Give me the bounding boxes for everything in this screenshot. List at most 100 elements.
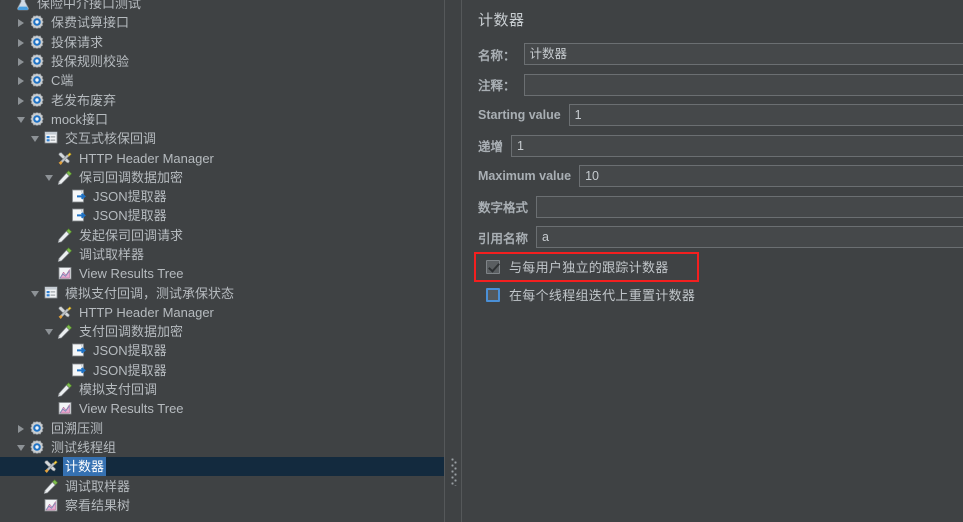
test-plan-tree-panel[interactable]: 保险中介接口测试 保费试算接口投保请求投保规则校验 C端老发布废弃 mock接口交互式… bbox=[0, 0, 444, 522]
post-processor-icon bbox=[70, 342, 88, 359]
chevron-right-icon[interactable] bbox=[15, 74, 28, 87]
tree-node-label: View Results Tree bbox=[79, 401, 184, 417]
tree-node[interactable]: 保费试算接口 bbox=[0, 13, 444, 32]
tree-node-label: 老发布废弃 bbox=[51, 92, 117, 108]
tree-node[interactable]: 模拟支付回调，测试承保状态 bbox=[0, 283, 444, 302]
tree-node[interactable]: 察看结果树 bbox=[0, 496, 444, 515]
post-processor-icon bbox=[70, 207, 88, 224]
tree-node-label: JSON提取器 bbox=[93, 189, 167, 205]
chevron-down-icon[interactable] bbox=[15, 441, 28, 454]
tree-node[interactable]: 测试线程组 bbox=[0, 438, 444, 457]
chevron-down-icon[interactable] bbox=[29, 132, 42, 145]
controller-gear-icon bbox=[28, 420, 46, 437]
results-tree-icon bbox=[42, 497, 60, 514]
chevron-right-icon[interactable] bbox=[15, 16, 28, 29]
tree-node[interactable]: JSON提取器 bbox=[0, 341, 444, 360]
chevron-right-icon[interactable] bbox=[15, 94, 28, 107]
form-row: 名称： 计数器 bbox=[472, 39, 963, 70]
chevron-down-icon[interactable] bbox=[43, 325, 56, 338]
form-row: 递增 1 bbox=[472, 131, 963, 162]
tree-node[interactable]: View Results Tree bbox=[0, 399, 444, 418]
tree-node[interactable]: HTTP Header Manager bbox=[0, 303, 444, 322]
reference-name-field[interactable]: a bbox=[536, 226, 963, 249]
track-counter-per-user-checkbox[interactable] bbox=[486, 259, 500, 274]
controller-gear-icon bbox=[28, 34, 46, 51]
tree-node[interactable]: 保司回调数据加密 bbox=[0, 168, 444, 187]
tree-node-label: 模拟支付回调，测试承保状态 bbox=[65, 285, 235, 301]
comment-field[interactable] bbox=[523, 73, 963, 96]
tree-node[interactable]: mock接口 bbox=[0, 110, 444, 129]
jmeter-window: 保险中介接口测试 保费试算接口投保请求投保规则校验 C端老发布废弃 mock接口交互式… bbox=[0, 0, 963, 522]
tree-node[interactable]: 老发布废弃 bbox=[0, 90, 444, 109]
tree-node[interactable]: 保险中介接口测试 bbox=[0, 0, 444, 13]
tree-node-label: 调试取样器 bbox=[79, 247, 145, 262]
tree-node[interactable]: JSON提取器 bbox=[0, 206, 444, 225]
tree-node[interactable]: 计数器 bbox=[0, 457, 444, 477]
flask-icon bbox=[14, 0, 32, 12]
starting-value-field[interactable]: 1 bbox=[568, 104, 963, 127]
chevron-down-icon[interactable] bbox=[29, 287, 42, 300]
name-field[interactable]: 计数器 bbox=[523, 43, 963, 66]
form-row: 数字格式 bbox=[472, 192, 963, 223]
checkbox-row[interactable]: 在每个线程组迭代上重置计数器 bbox=[472, 281, 963, 309]
increment-field[interactable]: 1 bbox=[511, 134, 963, 157]
tree-node[interactable]: 调试取样器 bbox=[0, 476, 444, 495]
panel-splitter[interactable] bbox=[444, 0, 462, 522]
tree-node[interactable]: HTTP Header Manager bbox=[0, 148, 444, 167]
chevron-down-icon[interactable] bbox=[43, 171, 56, 184]
tree-node[interactable]: 投保规则校验 bbox=[0, 52, 444, 71]
tree-node[interactable]: 调试取样器 bbox=[0, 245, 444, 264]
sampler-pipette-icon bbox=[56, 169, 74, 186]
chevron-right-icon[interactable] bbox=[15, 422, 28, 435]
tree-node-label: 发起保司回调请求 bbox=[79, 227, 184, 243]
name-label: 名称： bbox=[478, 48, 516, 63]
chevron-right-icon[interactable] bbox=[15, 55, 28, 68]
controller-gear-icon bbox=[28, 53, 46, 70]
tree-node[interactable]: 投保请求 bbox=[0, 33, 444, 52]
maximum-value-label: Maximum value bbox=[478, 169, 572, 184]
tree-node-label: 交互式核保回调 bbox=[65, 131, 157, 147]
tree-node[interactable]: JSON提取器 bbox=[0, 187, 444, 206]
config-wrench-icon bbox=[56, 150, 74, 167]
tree-node-label: 保司回调数据加密 bbox=[79, 169, 184, 185]
splitter-grip-icon[interactable] bbox=[451, 458, 457, 486]
tree-node-label: C端 bbox=[51, 73, 74, 89]
counter-config-panel: 计数器 名称： 计数器 注释： Starting value 1 递增 1 Maximum v… bbox=[462, 0, 963, 522]
tree-node[interactable]: 模拟支付回调 bbox=[0, 380, 444, 399]
reference-name-label: 引用名称 bbox=[478, 231, 529, 246]
tree-node[interactable]: 发起保司回调请求 bbox=[0, 226, 444, 245]
tree-node-label: 保险中介接口测试 bbox=[37, 0, 142, 12]
controller-gear-icon bbox=[28, 72, 46, 89]
tree-node-label: 测试线程组 bbox=[51, 439, 117, 455]
tree-node-label: View Results Tree bbox=[79, 266, 184, 282]
tree-node-label: 投保规则校验 bbox=[51, 54, 130, 70]
tree-node[interactable]: View Results Tree bbox=[0, 264, 444, 283]
chevron-right-icon[interactable] bbox=[15, 36, 28, 49]
form-row: Starting value 1 bbox=[472, 100, 963, 131]
tree-node-label: 投保请求 bbox=[51, 34, 104, 50]
tree-node[interactable]: C端 bbox=[0, 71, 444, 90]
tree-node[interactable]: 交互式核保回调 bbox=[0, 129, 444, 148]
tree-node[interactable]: 回溯压测 bbox=[0, 419, 444, 438]
controller-gear-icon bbox=[28, 439, 46, 456]
tree-node[interactable]: JSON提取器 bbox=[0, 361, 444, 380]
maximum-value-field[interactable]: 10 bbox=[579, 165, 963, 188]
tree-node-label: 察看结果树 bbox=[65, 497, 131, 513]
number-format-field[interactable] bbox=[536, 195, 963, 218]
config-wrench-icon bbox=[42, 458, 60, 475]
reset-counter-each-iteration-checkbox[interactable] bbox=[486, 287, 500, 302]
tree-node[interactable]: 支付回调数据加密 bbox=[0, 322, 444, 341]
checkbox-row[interactable]: 与每用户独立的跟踪计数器 bbox=[472, 253, 963, 281]
transaction-controller-icon bbox=[42, 130, 60, 147]
chevron-down-icon[interactable] bbox=[15, 113, 28, 126]
